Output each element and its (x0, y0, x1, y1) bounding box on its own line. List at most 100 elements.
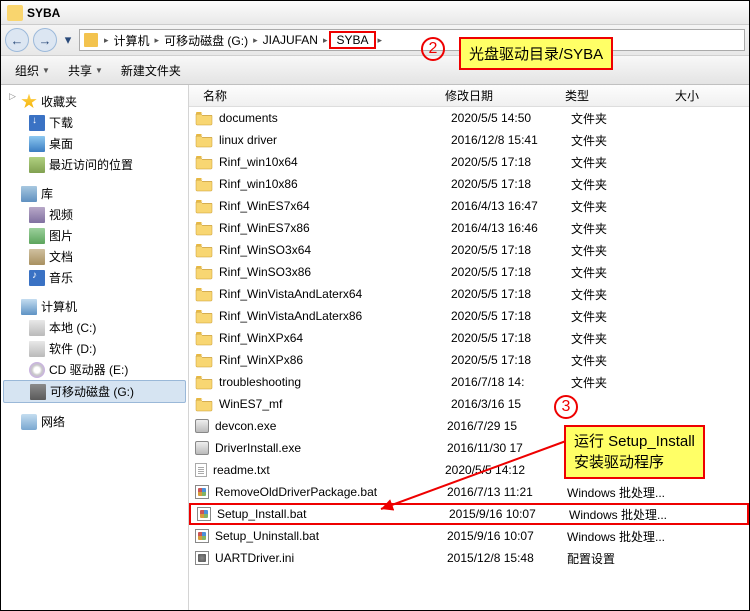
file-name: WinES7_mf (219, 397, 451, 411)
sidebar-item-label: 本地 (C:) (49, 319, 96, 336)
file-row[interactable]: Rinf_WinVistaAndLaterx642020/5/5 17:18文件… (189, 283, 749, 305)
bat-icon (195, 529, 209, 543)
file-row[interactable]: Rinf_win10x862020/5/5 17:18文件夹 (189, 173, 749, 195)
file-row[interactable]: RemoveOldDriverPackage.bat2016/7/13 11:2… (189, 481, 749, 503)
file-name: Rinf_WinSO3x64 (219, 243, 451, 257)
file-date: 2016/7/29 15 (447, 419, 567, 433)
file-type: 文件夹 (571, 132, 681, 149)
forward-button[interactable]: → (33, 28, 57, 52)
file-row[interactable]: UARTDriver.ini2015/12/8 15:48配置设置 (189, 547, 749, 569)
drive-dark-icon (30, 384, 46, 400)
sidebar-item-label: 软件 (D:) (49, 340, 96, 357)
sidebar-item-label: CD 驱动器 (E:) (49, 361, 128, 378)
file-type: Windows 批处理... (567, 528, 677, 545)
file-name: troubleshooting (219, 375, 451, 389)
file-row[interactable]: WinES7_mf2016/3/16 15 (189, 393, 749, 415)
chevron-down-icon: ▼ (42, 66, 50, 75)
sidebar-head-computer[interactable]: 计算机 (3, 296, 186, 317)
sidebar-item-label: 桌面 (49, 135, 73, 152)
breadcrumb-seg-folder1[interactable]: JIAJUFAN (260, 33, 321, 47)
breadcrumb-seg-current[interactable]: SYBA (329, 31, 375, 49)
file-date: 2016/12/8 15:41 (451, 133, 571, 147)
window-titlebar: SYBA (1, 1, 749, 25)
file-date: 2020/5/5 17:18 (451, 353, 571, 367)
sidebar-item-label: 最近访问的位置 (49, 156, 133, 173)
file-row[interactable]: Rinf_WinSO3x862020/5/5 17:18文件夹 (189, 261, 749, 283)
sidebar: ▷ 收藏夹 下载桌面最近访问的位置 库 视频图片文档音乐 计算机 本地 (C:)… (1, 85, 189, 610)
organize-label: 组织 (15, 62, 39, 79)
share-menu[interactable]: 共享▼ (68, 62, 103, 79)
file-type: 文件夹 (571, 242, 681, 259)
sidebar-item[interactable]: 可移动磁盘 (G:) (3, 380, 186, 403)
file-row[interactable]: documents2020/5/5 14:50文件夹 (189, 107, 749, 129)
file-row[interactable]: linux driver2016/12/8 15:41文件夹 (189, 129, 749, 151)
file-row[interactable]: Rinf_WinES7x642016/4/13 16:47文件夹 (189, 195, 749, 217)
cd-icon (29, 362, 45, 378)
sidebar-libraries: 库 视频图片文档音乐 (3, 183, 186, 288)
sidebar-head-favorites[interactable]: 收藏夹 (3, 91, 186, 112)
file-type: Windows 批处理... (569, 506, 679, 523)
collapse-icon[interactable]: ▷ (9, 91, 16, 102)
folder-icon (195, 264, 213, 280)
file-row[interactable]: Setup_Install.bat2015/9/16 10:07Windows … (189, 503, 749, 525)
back-button[interactable]: ← (5, 28, 29, 52)
sidebar-item-label: 图片 (49, 227, 73, 244)
sidebar-network: 网络 (3, 411, 186, 432)
file-name: UARTDriver.ini (215, 551, 447, 565)
sidebar-favorites: ▷ 收藏夹 下载桌面最近访问的位置 (3, 91, 186, 175)
col-size[interactable]: 大小 (675, 85, 749, 106)
video-icon (29, 207, 45, 223)
folder-icon (195, 374, 213, 390)
folder-icon (195, 176, 213, 192)
sidebar-item[interactable]: 下载 (3, 112, 186, 133)
file-name: readme.txt (213, 463, 445, 477)
sidebar-head-libraries[interactable]: 库 (3, 183, 186, 204)
history-dropdown[interactable]: ▾ (61, 29, 75, 51)
breadcrumb[interactable]: ▸ 计算机 ▸ 可移动磁盘 (G:) ▸ JIAJUFAN ▸ SYBA ▸ (79, 29, 745, 51)
col-type[interactable]: 类型 (565, 85, 675, 106)
chevron-right-icon[interactable]: ▸ (251, 35, 260, 46)
file-name: Rinf_win10x64 (219, 155, 451, 169)
chevron-right-icon[interactable]: ▸ (321, 35, 330, 46)
folder-icon (7, 5, 23, 21)
sidebar-item-label: 可移动磁盘 (G:) (50, 383, 134, 400)
file-row[interactable]: troubleshooting2016/7/18 14:文件夹 (189, 371, 749, 393)
sidebar-item[interactable]: 桌面 (3, 133, 186, 154)
sidebar-item[interactable]: CD 驱动器 (E:) (3, 359, 186, 380)
file-row[interactable]: Rinf_win10x642020/5/5 17:18文件夹 (189, 151, 749, 173)
sidebar-item[interactable]: 文档 (3, 246, 186, 267)
file-date: 2016/7/18 14: (451, 375, 571, 389)
file-row[interactable]: Rinf_WinSO3x642020/5/5 17:18文件夹 (189, 239, 749, 261)
sidebar-item[interactable]: 本地 (C:) (3, 317, 186, 338)
file-type: 文件夹 (571, 110, 681, 127)
doc-icon (29, 249, 45, 265)
organize-menu[interactable]: 组织▼ (15, 62, 50, 79)
annotation-number-3: 3 (554, 395, 578, 419)
sidebar-item[interactable]: 软件 (D:) (3, 338, 186, 359)
file-row[interactable]: Rinf_WinVistaAndLaterx862020/5/5 17:18文件… (189, 305, 749, 327)
sidebar-item[interactable]: 图片 (3, 225, 186, 246)
new-folder-button[interactable]: 新建文件夹 (121, 62, 181, 79)
breadcrumb-seg-computer[interactable]: 计算机 (111, 32, 153, 49)
file-row[interactable]: Rinf_WinES7x862016/4/13 16:46文件夹 (189, 217, 749, 239)
file-type: Windows 批处理... (567, 484, 677, 501)
sidebar-head-network[interactable]: 网络 (3, 411, 186, 432)
file-type: 配置设置 (567, 550, 677, 567)
chevron-right-icon[interactable]: ▸ (102, 35, 111, 46)
file-row[interactable]: Setup_Uninstall.bat2015/9/16 10:07Window… (189, 525, 749, 547)
drive-icon (29, 320, 45, 336)
col-name[interactable]: 名称 (189, 85, 445, 106)
chevron-right-icon[interactable]: ▸ (376, 35, 385, 46)
folder-icon (195, 110, 213, 126)
chevron-right-icon[interactable]: ▸ (153, 35, 162, 46)
file-date: 2020/5/5 17:18 (451, 309, 571, 323)
folder-icon (195, 330, 213, 346)
sidebar-item[interactable]: 视频 (3, 204, 186, 225)
col-date[interactable]: 修改日期 (445, 85, 565, 106)
sidebar-item[interactable]: 音乐 (3, 267, 186, 288)
file-row[interactable]: Rinf_WinXPx862020/5/5 17:18文件夹 (189, 349, 749, 371)
sidebar-item[interactable]: 最近访问的位置 (3, 154, 186, 175)
breadcrumb-seg-drive[interactable]: 可移动磁盘 (G:) (161, 32, 251, 49)
file-row[interactable]: Rinf_WinXPx642020/5/5 17:18文件夹 (189, 327, 749, 349)
file-date: 2016/11/30 17 (447, 441, 567, 455)
